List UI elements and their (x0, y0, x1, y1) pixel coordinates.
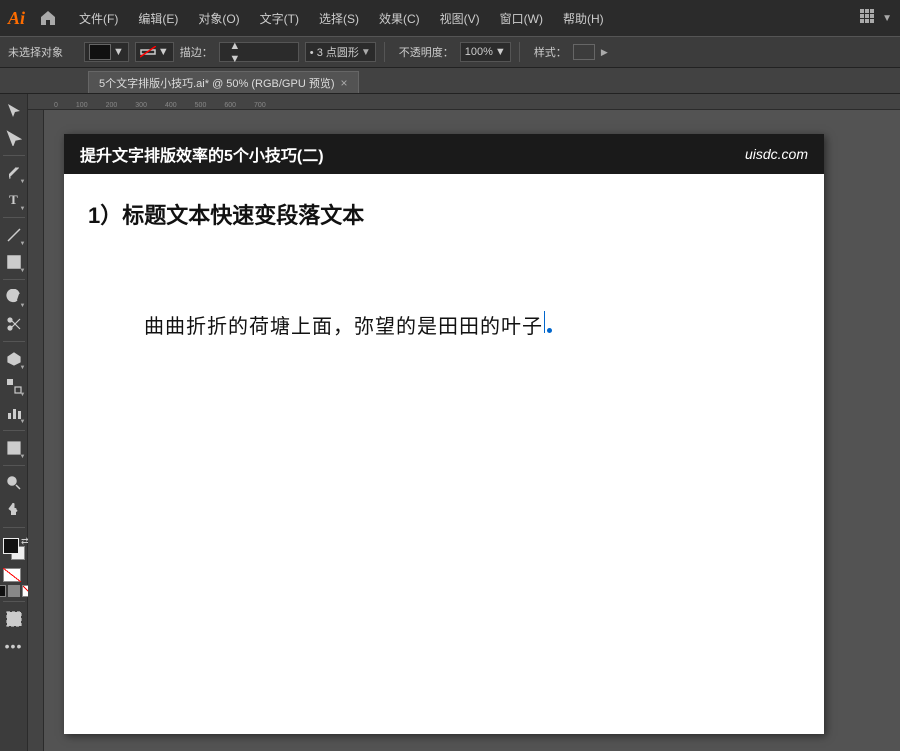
menu-type[interactable]: 文字(T) (252, 8, 307, 29)
pen-tool-button[interactable]: ▼ (1, 160, 27, 186)
type-tool-button[interactable]: T ▼ (1, 187, 27, 213)
vertical-ruler (28, 110, 44, 751)
toolbar-sep-4 (3, 341, 25, 342)
toolbar-sep-3 (3, 279, 25, 280)
foreground-color-swatch[interactable] (3, 538, 19, 554)
more-tools-icon: ••• (5, 638, 23, 654)
brush-selector[interactable]: • 3 点圆形 ▼ (305, 42, 376, 62)
menu-bar: Ai 文件(F) 编辑(E) 对象(O) 文字(T) 选择(S) 效果(C) 视… (0, 0, 900, 36)
fg-bg-swatches[interactable]: ⇄ (1, 536, 27, 562)
opacity-dropdown-arrow: ▼ (495, 46, 506, 58)
line-tool-button[interactable]: ▼ (1, 222, 27, 248)
stroke-value-selector[interactable]: ▲ ▼ (219, 42, 299, 62)
section-title: 1）标题文本快速变段落文本 (64, 174, 824, 230)
text-content-area: 曲曲折折的荷塘上面，弥望的是田田的叶子 (64, 230, 824, 339)
text-line-1[interactable]: 曲曲折折的荷塘上面，弥望的是田田的叶子 (144, 310, 788, 339)
toolbar-sep-2 (3, 217, 25, 218)
workspace-chevron: ▼ (882, 13, 892, 24)
hand-tool-button[interactable] (1, 497, 27, 523)
selection-tool-button[interactable] (1, 98, 27, 124)
ruler-h-label: 0 (54, 102, 58, 109)
stroke-down-arrow[interactable]: ▼ (228, 53, 242, 65)
toolbar-sep-7 (3, 527, 25, 528)
divider-2 (519, 42, 520, 62)
shape-tool-arrow: ▼ (20, 268, 26, 274)
type-tool-arrow: ▼ (20, 206, 26, 212)
menu-view[interactable]: 视图(V) (432, 8, 488, 29)
toolbar-sep-6 (3, 465, 25, 466)
blend-tool-button[interactable]: ▼ (1, 373, 27, 399)
recolor-tool-button[interactable]: ▼ (1, 346, 27, 372)
tab-close-button[interactable]: × (340, 77, 347, 89)
horizontal-ruler: 0 100 200 300 400 500 600 700 (28, 94, 900, 110)
brush-label: • 3 点圆形 (310, 44, 359, 60)
menu-window[interactable]: 窗口(W) (492, 8, 551, 29)
cursor-dot (547, 328, 552, 333)
style-more-arrow[interactable]: ▶ (601, 47, 608, 58)
opacity-selector[interactable]: 100% ▼ (460, 42, 511, 62)
line-tool-arrow: ▼ (20, 241, 26, 247)
app-logo: Ai (8, 8, 25, 29)
opacity-label: 不透明度： (399, 44, 454, 60)
pen-tool-arrow: ▼ (20, 179, 26, 185)
home-button[interactable] (35, 5, 61, 31)
toolbar-sep-5 (3, 430, 25, 431)
stroke-up-arrow[interactable]: ▲ (228, 40, 242, 52)
menu-help[interactable]: 帮助(H) (555, 8, 612, 29)
document-header: 提升文字排版效率的5个小技巧(二) uisdc.com (64, 134, 824, 174)
no-selection-label: 未选择对象 (8, 44, 78, 60)
text-content: 曲曲折折的荷塘上面，弥望的是田田的叶子 (144, 310, 543, 339)
divider-1 (384, 42, 385, 62)
fill-color-selector[interactable]: ▼ (84, 42, 129, 62)
opacity-value: 100% (465, 46, 493, 58)
left-toolbar: ▼ T ▼ ▼ ▼ ▼ (0, 94, 28, 751)
menu-file[interactable]: 文件(F) (71, 8, 126, 29)
toolbar-sep-8 (3, 601, 25, 602)
stroke-icon-arrow: ▼ (158, 46, 169, 58)
menu-select[interactable]: 选择(S) (311, 8, 367, 29)
rotate-tool-button[interactable]: ▼ (1, 284, 27, 310)
workspace-switcher[interactable]: ▼ (860, 9, 892, 27)
text-insertion-cursor (544, 311, 545, 333)
scissors-tool-button[interactable] (1, 311, 27, 337)
style-swatch[interactable] (573, 44, 595, 60)
document-header-title: 提升文字排版效率的5个小技巧(二) (80, 142, 324, 166)
document-header-brand: uisdc.com (745, 146, 808, 162)
toolbar-sep-1 (3, 155, 25, 156)
tab-label: 5个文字排版小技巧.ai* @ 50% (RGB/GPU 预览) (99, 75, 334, 91)
brush-dropdown-arrow: ▼ (361, 47, 371, 58)
shape-tool-button[interactable]: ▼ (1, 249, 27, 275)
chart-tool-button[interactable]: ▼ (1, 400, 27, 426)
gradient-tool-button[interactable]: ▼ (1, 435, 27, 461)
tab-bar: 5个文字排版小技巧.ai* @ 50% (RGB/GPU 预览) × (0, 68, 900, 94)
document-canvas: 提升文字排版效率的5个小技巧(二) uisdc.com 1）标题文本快速变段落文… (64, 134, 824, 734)
style-label: 样式： (534, 44, 567, 60)
more-tools-button[interactable]: ••• (1, 633, 27, 659)
direct-selection-tool-button[interactable] (1, 125, 27, 151)
zoom-tool-button[interactable] (1, 470, 27, 496)
fill-swatch[interactable] (89, 44, 111, 60)
stroke-icon-btn[interactable]: ▼ (135, 42, 174, 62)
menu-effect[interactable]: 效果(C) (371, 8, 428, 29)
draw-inside-button[interactable] (1, 606, 27, 632)
fill-dropdown-arrow: ▼ (113, 46, 124, 58)
recolor-tool-arrow: ▼ (20, 365, 26, 371)
none-color-indicator[interactable] (3, 568, 21, 582)
blend-tool-arrow: ▼ (20, 392, 26, 398)
gray-swatch[interactable] (8, 585, 20, 597)
menu-edit[interactable]: 编辑(E) (130, 8, 186, 29)
options-bar: 未选择对象 ▼ ▼ 描边： ▲ ▼ • 3 点圆形 ▼ 不透明度： 100% ▼… (0, 36, 900, 68)
canvas-area: 0 100 200 300 400 500 600 700 提升文字排版效率的5… (28, 94, 900, 751)
gradient-tool-arrow: ▼ (20, 454, 26, 460)
main-area: ▼ T ▼ ▼ ▼ ▼ (0, 94, 900, 751)
rotate-tool-arrow: ▼ (20, 303, 26, 309)
document-tab[interactable]: 5个文字排版小技巧.ai* @ 50% (RGB/GPU 预览) × (88, 71, 359, 93)
menu-object[interactable]: 对象(O) (190, 8, 247, 29)
type-tool-icon: T (9, 192, 18, 208)
stroke-label: 描边： (180, 44, 213, 60)
color-area: ⇄ (1, 536, 27, 582)
chart-tool-arrow: ▼ (20, 419, 26, 425)
black-swatch[interactable] (0, 585, 6, 597)
